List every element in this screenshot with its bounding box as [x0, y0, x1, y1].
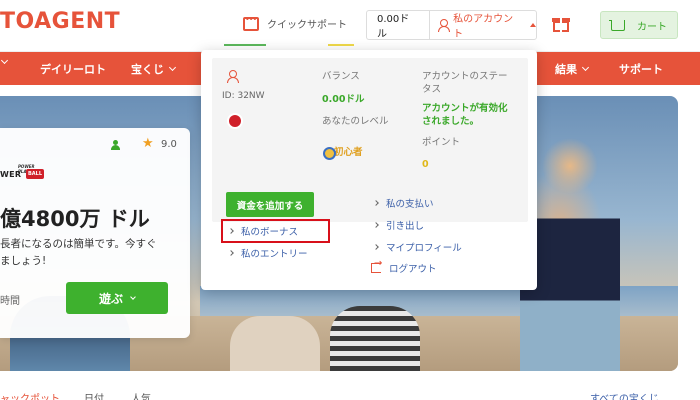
balance-value: 0.00ドル: [322, 94, 365, 105]
account-status-value: アカウントが有効化 されました。: [422, 102, 508, 128]
nav-item-label: デイリーロト: [40, 63, 106, 76]
cart-label: カート: [637, 21, 667, 33]
link-label: 私の支払い: [386, 199, 434, 210]
chevron-right-icon: [373, 222, 379, 228]
gift-icon[interactable]: [552, 16, 570, 32]
desc-line: 長者になるのは簡単です。今すぐ: [0, 238, 157, 250]
user-icon: [227, 70, 239, 83]
level-text: 初心者: [334, 147, 363, 158]
my-entries-link[interactable]: 私のエントリー: [228, 246, 308, 260]
chevron-down-icon: [0, 56, 9, 65]
site-logo[interactable]: TOAGENT: [0, 9, 120, 34]
lottery-description: 長者になるのは簡単です。今すぐ ましょう!: [0, 236, 156, 270]
link-label: マイプロフィール: [386, 243, 462, 254]
chevron-down-icon: [168, 63, 177, 72]
lottery-rating: 9.0: [161, 139, 177, 150]
quick-support-link[interactable]: クイックサポート: [243, 15, 347, 31]
star-icon: ★: [142, 136, 154, 151]
chevron-right-icon: [373, 200, 379, 206]
jackpot-amount: 億4800万 ドル: [0, 207, 150, 231]
cart-icon: [609, 19, 625, 31]
points-label: ポイント: [422, 137, 461, 148]
my-account-toggle[interactable]: 私のアカウント: [430, 10, 536, 40]
my-account-label: 私のアカウント: [453, 14, 514, 40]
hero-figure: [330, 306, 420, 371]
accent-underline: [328, 44, 354, 46]
logout-link[interactable]: ログアウト: [371, 258, 437, 275]
level-value: 初心者: [322, 144, 363, 160]
draw-time-label: 時間: [0, 296, 20, 307]
link-label: ログアウト: [389, 264, 437, 275]
chat-icon: [243, 15, 259, 31]
chevron-right-icon: [373, 244, 379, 250]
logout-icon: [371, 258, 382, 273]
level-label: あなたのレベル: [322, 116, 389, 127]
balance-label: バランス: [322, 71, 360, 82]
account-box: 0.00ドル 私のアカウント: [366, 10, 537, 40]
cart-button[interactable]: カート: [600, 11, 678, 39]
my-payments-link[interactable]: 私の支払い: [373, 196, 434, 210]
nav-item-label: 宝くじ: [131, 63, 164, 76]
my-profile-link[interactable]: マイプロフィール: [373, 240, 462, 254]
japan-flag-icon[interactable]: [229, 115, 241, 127]
tab-jackpot[interactable]: ャックポット: [0, 390, 60, 400]
play-label: 遊ぶ: [98, 291, 123, 306]
nav-item-daily-lotto[interactable]: デイリーロト: [40, 61, 106, 77]
chevron-down-icon: [130, 293, 136, 300]
user-icon: [438, 19, 451, 32]
quick-support-label: クイックサポート: [267, 20, 347, 31]
user-id: ID: 32NW: [222, 91, 265, 101]
powerball-logo: POWER PLAY WER BALL: [0, 164, 44, 179]
withdraw-link[interactable]: 引き出し: [373, 218, 425, 232]
chevron-down-icon: [581, 63, 590, 72]
status-label-line: タス: [422, 84, 442, 95]
caret-up-icon: [529, 23, 536, 27]
site-header: TOAGENT クイックサポート 0.00ドル 私のアカウント カート: [0, 0, 700, 52]
lottery-card: ★ 9.0 POWER PLAY WER BALL 億4800万 ドル 長者にな…: [0, 128, 190, 338]
users-icon: [111, 140, 123, 150]
add-funds-button[interactable]: 資金を追加する: [226, 192, 314, 217]
link-label: 私のエントリー: [241, 249, 308, 260]
account-status-label: アカウントのステー タス: [422, 70, 508, 96]
highlight-annotation: [221, 219, 330, 243]
status-label-line: アカウントのステー: [422, 71, 508, 82]
medal-icon: [322, 145, 336, 160]
nav-item-lotteries[interactable]: 宝くじ: [131, 61, 177, 77]
status-value-line: されました。: [422, 116, 480, 127]
status-value-line: アカウントが有効化: [422, 103, 508, 114]
tab-date[interactable]: 日付: [84, 390, 104, 400]
hero-figure: [230, 316, 320, 371]
nav-item-results[interactable]: 結果: [555, 61, 590, 77]
header-balance: 0.00ドル: [367, 11, 431, 40]
all-lotteries-link[interactable]: すべての宝くじ: [590, 390, 659, 400]
account-dropdown: ID: 32NW バランス 0.00ドル あなたのレベル 初心者 アカウントのス…: [201, 50, 537, 290]
link-label: 引き出し: [386, 221, 425, 232]
chevron-right-icon: [228, 250, 234, 256]
points-value: 0: [422, 159, 429, 170]
nav-item-label: 結果: [555, 63, 577, 76]
support-underline: [224, 44, 266, 46]
nav-item-label: サポート: [619, 63, 663, 76]
play-button[interactable]: 遊ぶ: [66, 282, 168, 314]
nav-item-support[interactable]: サポート: [619, 61, 663, 77]
tab-popular[interactable]: 人気: [131, 390, 151, 400]
desc-line: ましょう!: [0, 255, 47, 267]
nav-chevron-first[interactable]: [0, 56, 9, 65]
